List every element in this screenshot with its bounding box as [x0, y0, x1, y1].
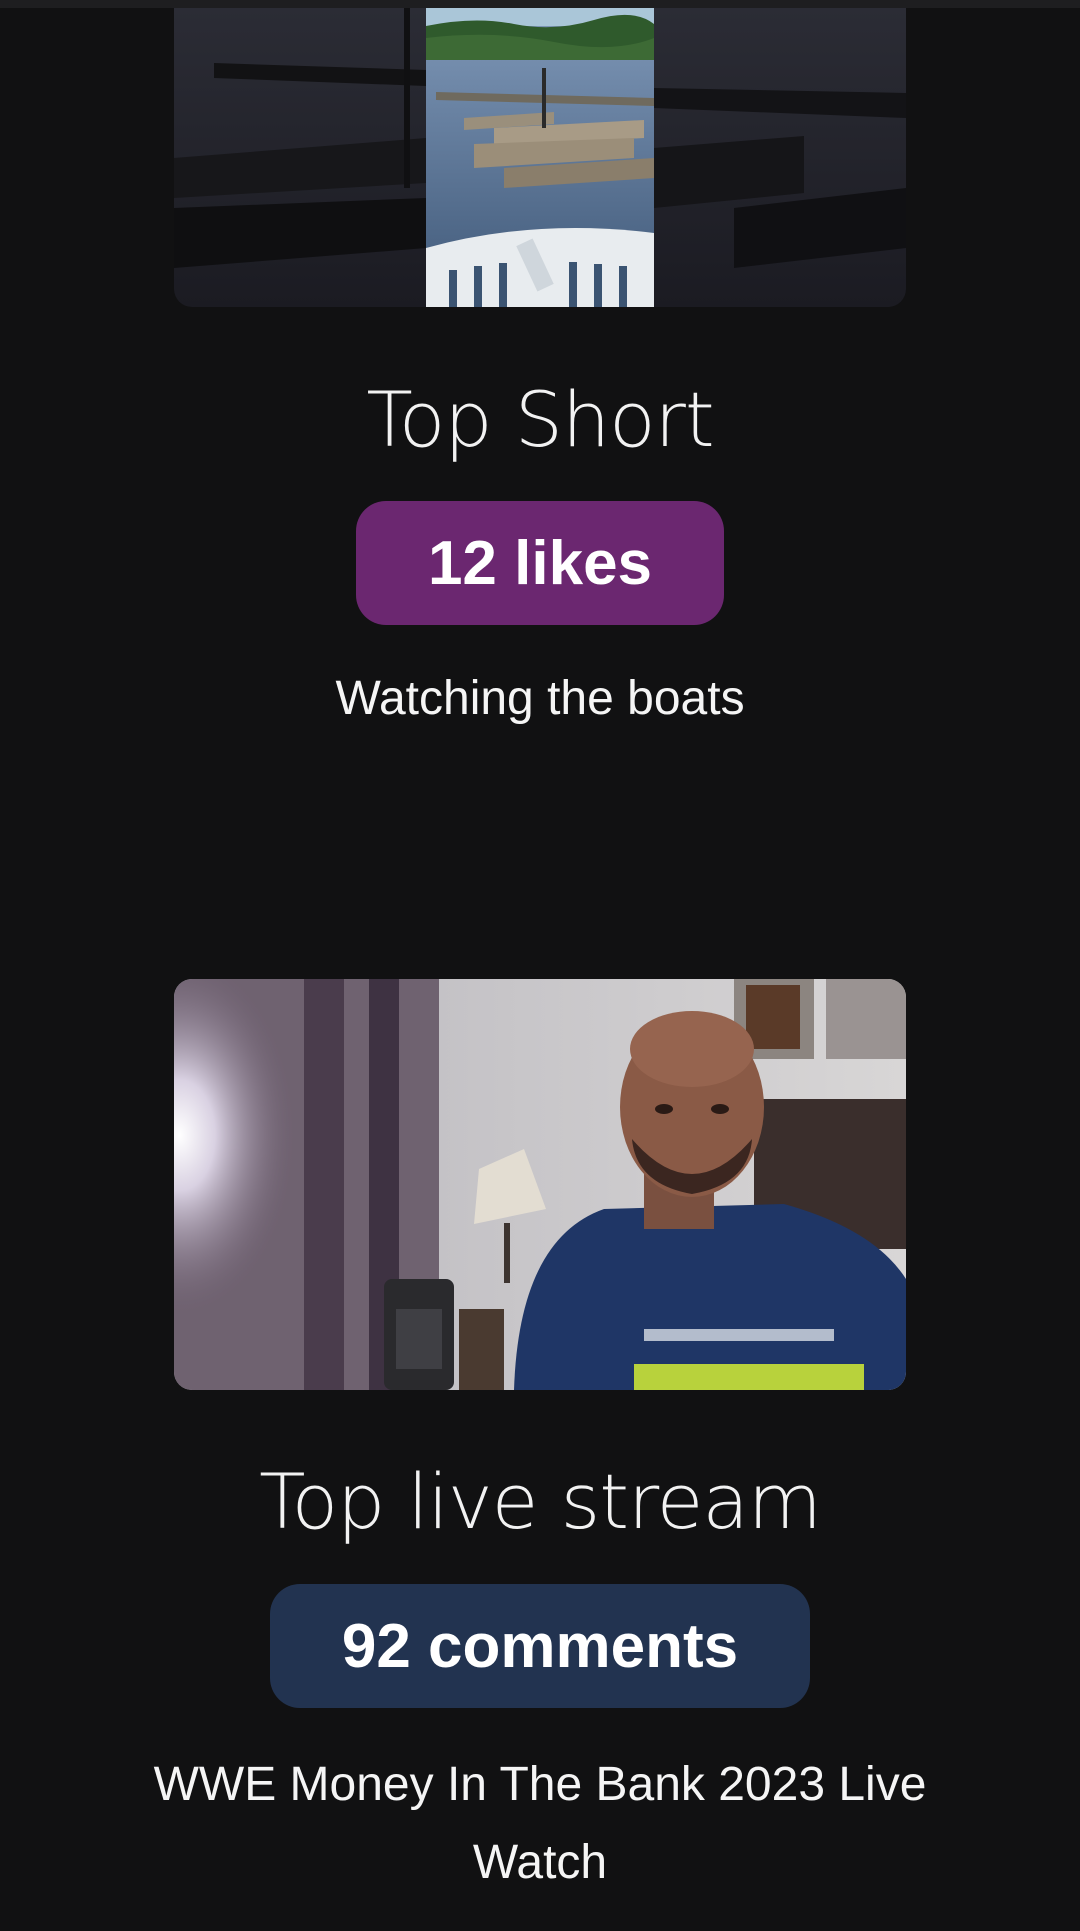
likes-badge: 12 likes: [356, 501, 724, 625]
comments-badge: 92 comments: [270, 1584, 810, 1708]
top-live-stream-caption[interactable]: WWE Money In The Bank 2023 Live Watch: [110, 1746, 970, 1902]
top-short-caption[interactable]: Watching the boats: [110, 660, 970, 738]
top-short-heading: Top Short: [366, 375, 714, 464]
top-short-thumbnail[interactable]: [174, 8, 906, 307]
top-live-stream-heading: Top live stream: [259, 1457, 822, 1546]
top-live-stream-thumbnail[interactable]: [174, 979, 906, 1390]
top-status-strip: [0, 0, 1080, 8]
